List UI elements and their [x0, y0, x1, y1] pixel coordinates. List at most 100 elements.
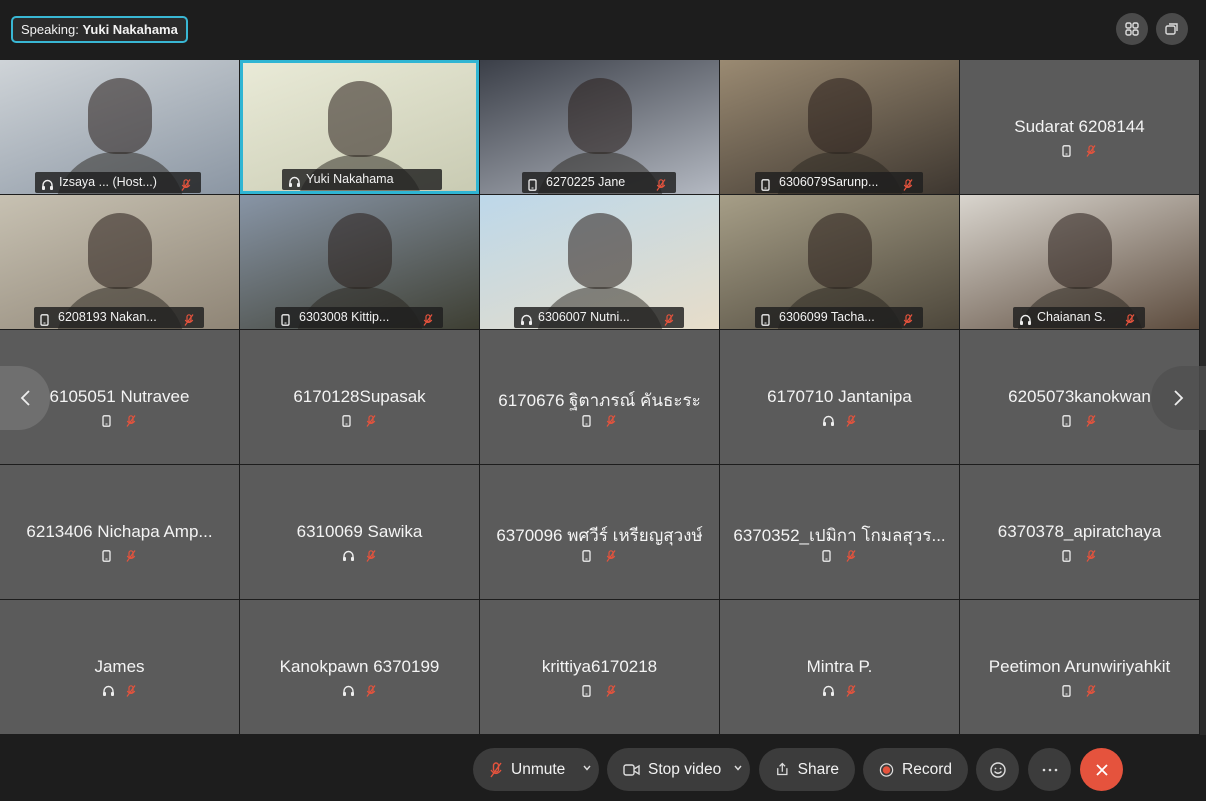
next-page-button[interactable] [1151, 366, 1206, 430]
unmute-label: Unmute [511, 760, 566, 778]
participant-audio-tile[interactable]: 6370096 พศวีร์ เหรียญสุวงษ์ [480, 465, 719, 599]
participant-audio-tile[interactable]: Sudarat 6208144 [960, 60, 1199, 194]
meeting-window: Speaking: Yuki Nakahama Izsaya ... (Host… [0, 0, 1206, 801]
record-icon [879, 762, 894, 777]
microphone-muted-icon [1086, 414, 1098, 427]
participant-silhouette [327, 81, 392, 157]
participant-status-icons [480, 414, 719, 427]
participant-name: 6310069 Sawika [296, 522, 423, 541]
participant-name: 6170710 Jantanipa [767, 387, 912, 406]
microphone-muted-icon [606, 549, 618, 562]
speaking-prefix: Speaking: [21, 22, 79, 37]
participant-audio-tile[interactable]: James [0, 600, 239, 734]
phone-icon [1061, 144, 1074, 157]
participant-name: 6303008 Kittip... [299, 310, 390, 324]
participant-silhouette [327, 213, 392, 289]
participant-video-tile[interactable]: 6306007 Nutni... [480, 195, 719, 329]
participant-video-tile[interactable]: 6306099 Tacha... [720, 195, 959, 329]
grid-icon [1125, 22, 1139, 36]
headset-icon [822, 684, 834, 696]
participant-silhouette [567, 78, 632, 154]
participant-status-icons [480, 549, 719, 562]
microphone-muted-icon [181, 177, 193, 191]
microphone-muted-icon [1086, 684, 1098, 697]
chevron-right-icon [1173, 390, 1183, 406]
microphone-muted-icon [606, 684, 618, 697]
participant-name: James [94, 657, 145, 676]
record-button[interactable]: Record [863, 748, 968, 791]
microphone-muted-icon [846, 414, 858, 427]
reactions-button[interactable] [976, 748, 1019, 791]
participant-name: Yuki Nakahama [306, 172, 394, 186]
participant-name: 6208193 Nakan... [58, 310, 157, 324]
participant-audio-tile[interactable]: 6370378_apiratchaya [960, 465, 1199, 599]
participant-audio-tile[interactable]: 6170710 Jantanipa [720, 330, 959, 464]
participant-silhouette [807, 213, 872, 289]
phone-icon [101, 549, 114, 562]
participant-name-label: 6306099 Tacha... [755, 307, 923, 328]
participant-name-label: Yuki Nakahama [282, 169, 442, 190]
microphone-muted-icon [423, 312, 435, 326]
participant-video-tile[interactable]: Yuki Nakahama [240, 60, 479, 194]
top-bar: Speaking: Yuki Nakahama [0, 0, 1206, 60]
participant-name-label: 6306079Sarunp... [755, 172, 923, 193]
phone-icon [281, 312, 293, 326]
more-options-button[interactable] [1028, 748, 1071, 791]
unmute-button[interactable]: Unmute [473, 748, 599, 791]
participant-video-tile[interactable]: 6270225 Jane [480, 60, 719, 194]
participant-video-tile[interactable]: 6303008 Kittip... [240, 195, 479, 329]
speaking-name: Yuki Nakahama [82, 22, 178, 37]
participant-silhouette [87, 78, 152, 154]
participant-audio-tile[interactable]: Kanokpawn 6370199 [240, 600, 479, 734]
participant-status-icons [0, 684, 239, 697]
chevron-left-icon [20, 390, 30, 406]
participant-video-tile[interactable]: Izsaya ... (Host...) [0, 60, 239, 194]
participant-audio-tile[interactable]: Peetimon Arunwiriyahkit [960, 600, 1199, 734]
participant-audio-tile[interactable]: krittiya6170218 [480, 600, 719, 734]
phone-icon [581, 684, 594, 697]
unmute-options-chevron-down-icon[interactable] [582, 763, 592, 773]
meeting-controls: Unmute Stop video Share Record [0, 735, 1206, 801]
participant-name-label: 6208193 Nakan... [34, 307, 204, 328]
participant-name: 6270225 Jane [546, 175, 626, 189]
phone-icon [1061, 684, 1074, 697]
participant-audio-tile[interactable]: 6170128Supasak [240, 330, 479, 464]
video-options-chevron-down-icon[interactable] [733, 763, 743, 773]
microphone-muted-icon [1125, 312, 1137, 326]
microphone-muted-icon [903, 177, 915, 191]
headset-icon [520, 312, 532, 325]
headset-icon [1019, 312, 1031, 325]
microphone-muted-icon [846, 684, 858, 697]
participant-audio-tile[interactable]: 6310069 Sawika [240, 465, 479, 599]
microphone-muted-icon [1086, 144, 1098, 157]
participant-video-tile[interactable]: 6306079Sarunp... [720, 60, 959, 194]
participant-name: Izsaya ... (Host...) [59, 175, 157, 189]
windows-icon [1165, 23, 1178, 35]
participant-name-label: 6306007 Nutni... [514, 307, 684, 328]
participant-silhouette [567, 213, 632, 289]
record-label: Record [902, 760, 952, 778]
microphone-muted-icon [1086, 549, 1098, 562]
participant-name: 6306007 Nutni... [538, 310, 630, 324]
stop-video-button[interactable]: Stop video [607, 748, 750, 791]
participant-name-label: 6270225 Jane [522, 172, 676, 193]
participant-name-label: Chaianan S. [1013, 307, 1145, 328]
participant-status-icons [960, 549, 1199, 562]
participant-video-tile[interactable]: Chaianan S. [960, 195, 1199, 329]
microphone-muted-icon [126, 684, 138, 697]
share-button[interactable]: Share [759, 748, 855, 791]
participant-audio-tile[interactable]: 6170676 ฐิตาภรณ์ คันธะระ [480, 330, 719, 464]
layout-grid-button[interactable] [1116, 13, 1148, 45]
minimize-window-button[interactable] [1156, 13, 1188, 45]
phone-icon [341, 414, 354, 427]
participant-audio-tile[interactable]: 6370352_เปมิกา โกมลสุวร... [720, 465, 959, 599]
participant-name: 6306079Sarunp... [779, 175, 879, 189]
participant-audio-tile[interactable]: Mintra P. [720, 600, 959, 734]
participant-audio-tile[interactable]: 6213406 Nichapa Amp... [0, 465, 239, 599]
participant-video-tile[interactable]: 6208193 Nakan... [0, 195, 239, 329]
leave-meeting-button[interactable] [1080, 748, 1123, 791]
phone-icon [761, 177, 773, 191]
participant-name: Sudarat 6208144 [1014, 117, 1145, 136]
participant-name: Mintra P. [806, 657, 873, 676]
phone-icon [581, 414, 594, 427]
